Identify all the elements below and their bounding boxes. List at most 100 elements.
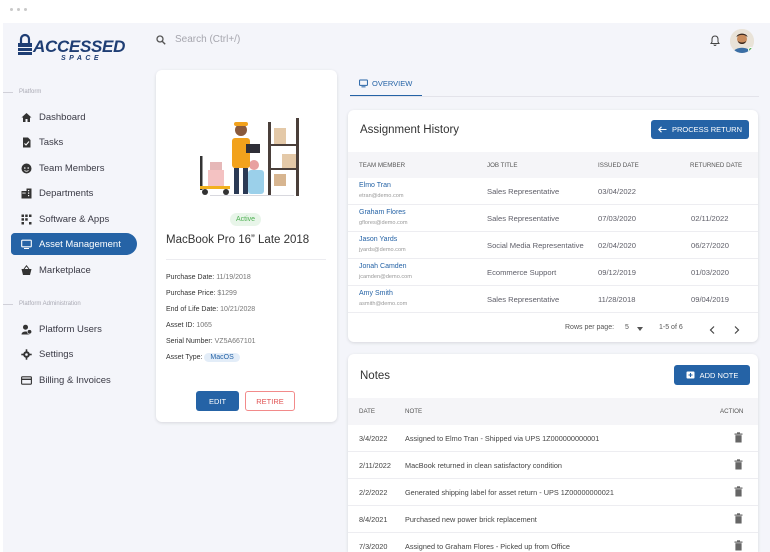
chevron-right-icon[interactable] [734,326,740,334]
sidebar-item-tasks[interactable]: Tasks [11,131,137,153]
sidebar: Platform Dashboard Tasks Team Members De… [3,69,151,552]
tab-divider [350,96,759,97]
column-header: RETURNED DATE [690,162,743,169]
note-row: 7/3/2020 Assigned to Graham Flores - Pic… [348,533,758,552]
sidebar-item-software-apps[interactable]: Software & Apps [11,208,137,230]
member-email: gflores@demo.com [359,220,408,226]
trash-icon[interactable] [734,486,743,497]
tab-overview[interactable]: OVERVIEW [350,71,422,97]
lock-icon [18,33,32,55]
sidebar-item-label: Software & Apps [39,213,110,225]
note-row: 3/4/2022 Assigned to Elmo Tran - Shipped… [348,425,758,452]
search-icon [156,34,166,45]
note-text: Purchased new power brick replacement [405,515,537,524]
online-status-dot [748,47,754,53]
sidebar-item-label: Tasks [39,136,64,148]
avatar[interactable] [730,29,754,53]
building-icon [21,188,32,198]
sidebar-item-team-members[interactable]: Team Members [11,157,137,179]
note-row: 8/4/2021 Purchased new power brick repla… [348,506,758,533]
member-name[interactable]: Elmo Tran [359,182,391,189]
returned-date: 06/27/2020 [691,241,730,250]
basket-icon [21,264,32,275]
job-title: Social Media Representative [487,241,584,250]
page-range: 1-5 of 6 [659,324,683,331]
issued-date: 11/28/2018 [598,295,636,304]
top-bar: ACCESSED SPACE [3,23,770,69]
notes-title: Notes [360,370,391,382]
sidebar-item-billing[interactable]: Billing & Invoices [11,369,137,391]
trash-icon[interactable] [734,432,743,443]
asset-title: MacBook Pro 16” Late 2018 [166,234,310,246]
users-icon [21,324,32,334]
trash-icon[interactable] [734,513,743,524]
brand-logo[interactable]: ACCESSED SPACE [17,33,125,63]
add-note-icon [686,371,695,378]
sidebar-item-marketplace[interactable]: Marketplace [11,259,137,281]
edit-button[interactable]: EDIT [196,391,239,411]
sidebar-item-dashboard[interactable]: Dashboard [11,106,137,128]
table-row[interactable]: Jason Yards jyards@demo.com Social Media… [348,232,758,259]
table-row[interactable]: Graham Flores gflores@demo.com Sales Rep… [348,205,758,232]
search-input[interactable] [175,34,315,45]
monitor-icon [359,78,368,87]
warehouse-illustration [200,118,299,196]
face-icon [21,163,32,173]
apps-icon [21,214,32,224]
member-name[interactable]: Amy Smith [359,290,393,297]
caret-down-icon[interactable] [637,327,643,331]
asset-spec-list: Purchase Date: 11/19/2018 Purchase Price… [166,270,256,365]
sidebar-item-label: Departments [39,187,94,199]
spec-asset-id: Asset ID: 1065 [166,321,212,329]
sidebar-item-label: Dashboard [39,111,86,123]
issued-date: 09/12/2019 [598,268,637,277]
chevron-left-icon[interactable] [709,326,715,334]
sidebar-item-settings[interactable]: Settings [11,343,137,365]
brand-name: ACCESSED [33,37,126,56]
note-date: 7/3/2020 [359,542,388,551]
rows-per-page-select[interactable]: 5 [625,324,629,331]
sidebar-item-departments[interactable]: Departments [11,182,137,204]
returned-date: 09/04/2019 [691,295,730,304]
note-row: 2/2/2022 Generated shipping label for as… [348,479,758,506]
column-header: NOTE [405,408,423,415]
job-title: Sales Representative [487,214,560,223]
add-note-button[interactable]: ADD NOTE [674,365,750,385]
issued-date: 02/04/2020 [598,241,637,250]
returned-date: 01/03/2020 [691,268,730,277]
process-return-button[interactable]: PROCESS RETURN [651,120,749,139]
sidebar-item-platform-users[interactable]: Platform Users [11,318,137,340]
member-email: jcamden@demo.com [359,274,412,280]
retire-button[interactable]: RETIRE [245,391,295,411]
sidebar-item-label: Billing & Invoices [39,374,111,386]
issued-date: 03/04/2022 [598,187,637,196]
note-text: Assigned to Graham Flores - Picked up fr… [405,542,570,551]
task-icon [23,137,31,147]
window-controls [10,8,27,11]
column-header: DATE [359,408,376,415]
table-row[interactable]: Elmo Tran etran@demo.com Sales Represent… [348,178,758,205]
asset-detail-card: Active MacBook Pro 16” Late 2018 Purchas… [156,70,337,422]
sidebar-item-label: Marketplace [39,264,91,276]
member-name[interactable]: Jonah Camden [359,263,406,270]
bell-icon[interactable] [710,35,720,46]
note-row: 2/11/2022 MacBook returned in clean sati… [348,452,758,479]
table-row[interactable]: Jonah Camden jcamden@demo.com Ecommerce … [348,259,758,286]
search-bar[interactable] [156,34,315,45]
job-title: Ecommerce Support [487,268,557,277]
member-name[interactable]: Graham Flores [359,209,406,216]
notes-table-header: DATE NOTE ACTION [348,398,758,425]
assignment-table-header: TEAM MEMBER JOB TITLE ISSUED DATE RETURN… [348,152,758,178]
note-date: 2/2/2022 [359,488,388,497]
note-text: MacBook returned in clean satisfactory c… [405,461,562,470]
sidebar-item-label: Platform Users [39,323,102,335]
spec-end-of-life: End of Life Date: 10/21/2028 [166,305,256,313]
returned-date: 02/11/2022 [691,214,729,223]
sidebar-item-label: Asset Management [39,238,121,250]
trash-icon[interactable] [734,459,743,470]
trash-icon[interactable] [734,540,743,551]
member-name[interactable]: Jason Yards [359,236,397,243]
sidebar-item-asset-management[interactable]: Asset Management [11,233,137,255]
note-date: 3/4/2022 [359,434,388,443]
table-row[interactable]: Amy Smith asmith@demo.com Sales Represen… [348,286,758,313]
